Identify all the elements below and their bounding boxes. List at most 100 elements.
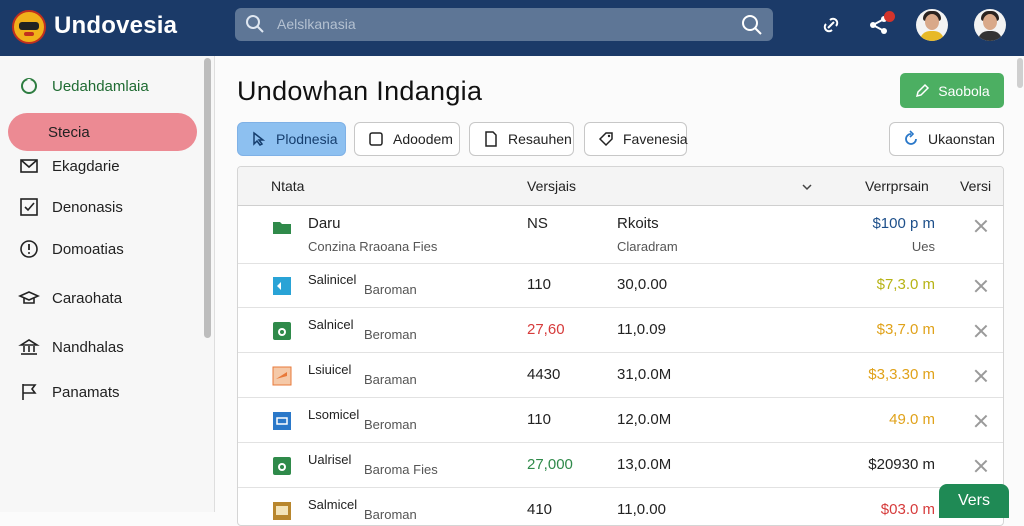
- sidebar: Uedahdamlaia Stecia Ekagdarie Denonasis …: [0, 56, 215, 512]
- file-name[interactable]: Daru: [308, 215, 341, 232]
- filter-chip-3[interactable]: Favenesia: [584, 122, 688, 156]
- sidebar-item-label: Ekagdarie: [52, 157, 120, 175]
- file-amount: $100 p m: [872, 215, 935, 232]
- close-icon[interactable]: [974, 219, 988, 233]
- graduation-cap-icon: [18, 291, 40, 304]
- filter-chip-0[interactable]: Plodnesia: [237, 122, 346, 156]
- table-row[interactable]: Daru Conzina Rraoana Fies NS Rkoits Clar…: [238, 206, 1003, 264]
- image-icon: [273, 277, 291, 295]
- refresh-icon: [905, 130, 917, 145]
- sidebar-item-label: Nandhalas: [52, 338, 124, 356]
- table-row[interactable]: Ualrisel Baroma Fies 27,000 13,0.0M $209…: [238, 443, 1003, 488]
- spreadsheet-icon: [273, 322, 291, 340]
- primary-action-button[interactable]: Saobola: [900, 73, 1004, 108]
- cursor-icon: [253, 131, 266, 146]
- table-row[interactable]: Salinicel Baroman 110 30,0.00 $7,3.0 m: [238, 264, 1003, 308]
- user-avatar[interactable]: [974, 9, 1006, 41]
- filter-chip-label: Favenesia: [623, 131, 688, 147]
- filter-chip-label: Adoodem: [393, 131, 453, 147]
- close-icon[interactable]: [974, 324, 988, 338]
- spreadsheet-icon: [273, 457, 291, 475]
- right-filter-label: Ukaonstan: [928, 131, 995, 147]
- table-row[interactable]: Salmicel Baroman 410 11,0.00 $03.0 m: [238, 488, 1003, 525]
- file-subtitle: Beroman: [364, 417, 417, 432]
- sidebar-item-label: Stecia: [48, 123, 90, 141]
- file-name[interactable]: Lsomicel: [308, 407, 359, 422]
- file-amount: $20930 m: [868, 456, 935, 473]
- column-header-name[interactable]: Ntata: [271, 178, 304, 194]
- sidebar-item-5[interactable]: Caraohata: [8, 279, 197, 317]
- sidebar-item-3[interactable]: Denonasis: [8, 188, 197, 226]
- file-version: NS: [527, 215, 548, 232]
- file-version: 110: [527, 411, 551, 428]
- filter-chip-1[interactable]: Adoodem: [354, 122, 460, 156]
- file-size: 30,0.00: [617, 276, 668, 293]
- file-size: 11,0.00: [617, 501, 666, 518]
- table-header: Ntata Versjais Verrprsain Versi: [238, 167, 1003, 206]
- link-icon[interactable]: [818, 12, 844, 38]
- filter-chip-label: Plodnesia: [276, 131, 338, 147]
- document-icon: [273, 412, 291, 430]
- file-name[interactable]: Ualrisel: [308, 452, 351, 467]
- file-subtitle: Beroman: [364, 327, 417, 342]
- column-header-amount[interactable]: Verrprsain: [865, 178, 929, 194]
- close-icon[interactable]: [974, 369, 988, 383]
- file-amount: $3,7.0 m: [876, 321, 935, 338]
- file-size: Rkoits: [617, 215, 659, 232]
- file-name[interactable]: Lsiuicel: [308, 362, 351, 377]
- sidebar-item-2[interactable]: Ekagdarie: [8, 147, 197, 185]
- filter-chip-label: Resauhen: [508, 131, 572, 147]
- table-row[interactable]: Lsomicel Beroman 110 12,0.0M 49.0 m: [238, 398, 1003, 443]
- floating-action-button[interactable]: Vers: [939, 484, 1009, 518]
- sidebar-item-0[interactable]: Uedahdamlaia: [8, 67, 197, 105]
- table-row[interactable]: Lsiuicel Baraman 4430 31,0.0M $3,3.30 m: [238, 353, 1003, 398]
- main-scrollbar[interactable]: [1017, 58, 1023, 88]
- close-icon[interactable]: [974, 279, 988, 293]
- mail-icon: [20, 159, 38, 173]
- bank-icon: [18, 339, 40, 355]
- sidebar-item-label: Panamats: [52, 383, 120, 401]
- column-header-extra[interactable]: Versi: [960, 178, 991, 194]
- file-size: 12,0.0M: [617, 411, 672, 428]
- file-name[interactable]: Salmicel: [308, 497, 357, 512]
- tag-icon: [598, 132, 613, 147]
- filter-chip-2[interactable]: Resauhen: [469, 122, 574, 156]
- document-icon: [485, 131, 497, 147]
- file-amount: 49.0 m: [889, 411, 935, 428]
- sidebar-item-6[interactable]: Nandhalas: [8, 328, 197, 366]
- sidebar-item-7[interactable]: Panamats: [8, 373, 197, 411]
- circle-icon: [21, 78, 37, 94]
- top-bar: Undovesia: [0, 0, 1024, 56]
- file-amount: $7,3.0 m: [876, 276, 935, 293]
- archive-icon: [273, 502, 291, 520]
- close-icon[interactable]: [974, 459, 988, 473]
- sidebar-scrollbar[interactable]: [204, 58, 211, 338]
- file-size-subtitle: Claradram: [617, 239, 678, 254]
- file-subtitle: Baroman: [364, 507, 417, 522]
- close-icon[interactable]: [974, 414, 988, 428]
- file-subtitle: Baraman: [364, 372, 417, 387]
- chevron-down-icon[interactable]: [801, 181, 813, 193]
- file-version: 4430: [527, 366, 561, 383]
- search-bar[interactable]: [235, 8, 773, 41]
- file-name[interactable]: Salinicel: [308, 272, 356, 287]
- file-name[interactable]: Salnicel: [308, 317, 354, 332]
- avatar[interactable]: [916, 9, 948, 41]
- right-filter-button[interactable]: Ukaonstan: [889, 122, 1004, 156]
- file-size: 11,0.09: [617, 321, 666, 338]
- file-version: 27,000: [527, 456, 573, 473]
- pencil-icon: [916, 83, 930, 97]
- file-amount-subtitle: Ues: [911, 239, 935, 254]
- brand-name[interactable]: Undovesia: [54, 12, 177, 40]
- sidebar-item-1[interactable]: Stecia: [8, 113, 197, 151]
- sidebar-item-4[interactable]: Domoatias: [8, 230, 197, 268]
- files-table: Ntata Versjais Verrprsain Versi Daru Con…: [237, 166, 1004, 526]
- primary-action-label: Saobola: [938, 82, 990, 99]
- alert-circle-icon: [20, 240, 38, 258]
- column-header-version[interactable]: Versjais: [527, 178, 576, 194]
- search-submit-icon[interactable]: [741, 14, 763, 36]
- folder-icon: [273, 222, 291, 234]
- search-input[interactable]: [277, 13, 717, 35]
- brand-logo-icon[interactable]: [12, 10, 46, 44]
- table-row[interactable]: Salnicel Beroman 27,60 11,0.09 $3,7.0 m: [238, 308, 1003, 353]
